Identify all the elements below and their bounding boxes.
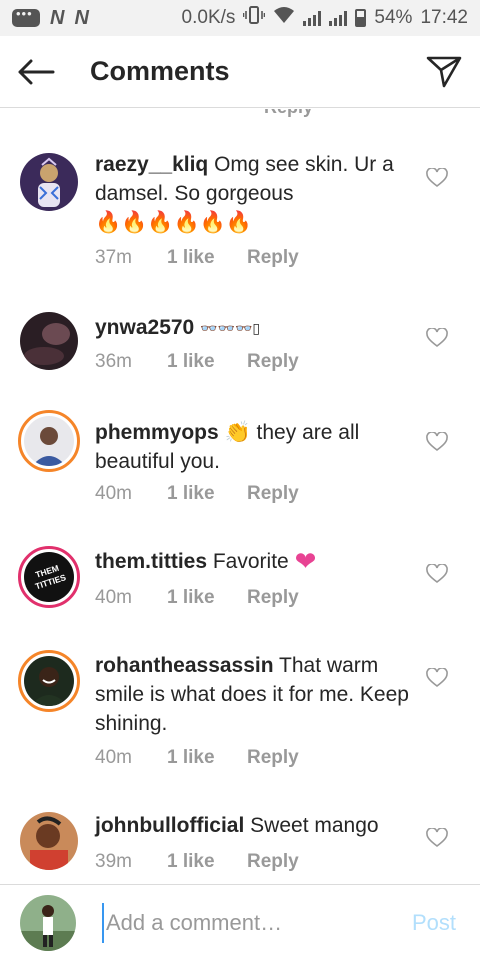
comment-time: 40m (95, 747, 132, 768)
reply-button[interactable]: Reply (247, 747, 299, 769)
battery-level: 54% (374, 7, 413, 28)
comment-text: Sweet mango (250, 814, 379, 837)
reply-button[interactable]: Reply (247, 247, 299, 269)
heart-emoji: ❤ (294, 546, 317, 576)
avatar[interactable] (18, 410, 80, 472)
avatar[interactable] (20, 153, 78, 211)
reply-button[interactable]: Reply (247, 587, 299, 609)
avatar[interactable] (20, 812, 78, 870)
comment-username[interactable]: johnbullofficial (95, 814, 244, 837)
comment-likes[interactable]: 1 like (167, 587, 247, 609)
comment-meta: 40m 1 like Reply (95, 747, 299, 769)
comment-likes[interactable]: 1 like (167, 351, 247, 373)
like-heart-icon[interactable] (426, 167, 448, 190)
previous-reply-link[interactable]: Reply (264, 109, 313, 118)
post-button[interactable]: Post (412, 910, 456, 936)
comment-likes[interactable]: 1 like (167, 483, 247, 505)
like-heart-icon[interactable] (426, 431, 448, 454)
back-button[interactable] (0, 36, 72, 108)
current-user-avatar[interactable] (20, 894, 76, 951)
comment-username[interactable]: ynwa2570 (95, 316, 194, 339)
status-bar: N N 0.0K/s 54% 17:42 (0, 0, 480, 36)
comment-username[interactable]: rohantheassassin (95, 654, 274, 677)
like-heart-icon[interactable] (426, 563, 448, 586)
battery-icon (355, 9, 367, 27)
wifi-icon (273, 6, 295, 30)
page-title: Comments (90, 56, 230, 86)
reply-button[interactable]: Reply (247, 351, 299, 373)
reply-button[interactable]: Reply (247, 851, 299, 873)
comment-time: 39m (95, 851, 132, 872)
comment-likes[interactable]: 1 like (167, 247, 247, 269)
glasses-emoji: 👓👓👓▯ (200, 319, 261, 336)
avatar[interactable] (20, 312, 78, 370)
comment-username[interactable]: raezy__kliq (95, 153, 208, 176)
comment-username[interactable]: them.titties (95, 550, 207, 573)
comment-meta: 39m 1 like Reply (95, 851, 299, 873)
app-header: Comments (0, 36, 480, 108)
comment-composer: Post (0, 884, 480, 960)
back-arrow-icon (18, 59, 55, 84)
share-button[interactable] (408, 36, 480, 108)
carrier-icon-2: N (74, 6, 89, 29)
signal-icon-1 (303, 10, 322, 26)
comment-time: 36m (95, 351, 132, 372)
avatar[interactable] (18, 650, 80, 712)
clapping-emoji: 👏 (224, 421, 251, 444)
comment-text: Favorite (212, 550, 289, 573)
comment-likes[interactable]: 1 like (167, 851, 247, 873)
comments-list[interactable]: Reply raezy__kliq Omg see skin. Ur a dam… (0, 109, 480, 883)
fire-emoji: 🔥🔥🔥🔥🔥🔥 (95, 211, 252, 234)
comment-username[interactable]: phemmyops (95, 421, 219, 444)
comment-time: 37m (95, 247, 132, 268)
vibrate-icon (243, 6, 266, 30)
comment-meta: 37m 1 like Reply (95, 247, 299, 269)
signal-icon-2 (329, 10, 348, 26)
like-heart-icon[interactable] (426, 827, 448, 850)
network-speed: 0.0K/s (181, 7, 236, 28)
comment-input[interactable] (102, 902, 382, 943)
comment-meta: 40m 1 like Reply (95, 483, 299, 505)
clock: 17:42 (420, 7, 468, 28)
carrier-icon-1: N (50, 6, 65, 29)
message-icon (12, 6, 40, 27)
comment-likes[interactable]: 1 like (167, 747, 247, 769)
reply-button[interactable]: Reply (247, 483, 299, 505)
comment-meta: 40m 1 like Reply (95, 587, 299, 609)
like-heart-icon[interactable] (426, 667, 448, 690)
direct-send-icon (426, 56, 462, 87)
like-heart-icon[interactable] (426, 327, 448, 350)
comment-time: 40m (95, 587, 132, 608)
comment-meta: 36m 1 like Reply (95, 351, 299, 373)
avatar[interactable]: THEM TITTIES (18, 546, 80, 608)
comment-time: 40m (95, 483, 132, 504)
